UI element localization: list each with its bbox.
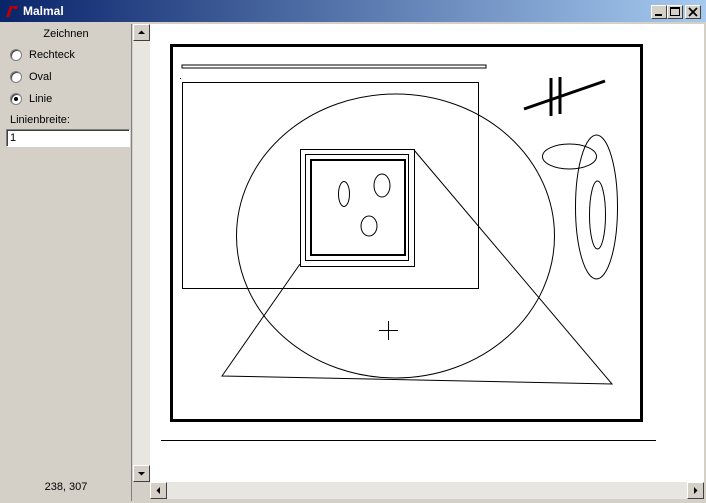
radio-rechteck[interactable]: Rechteck [10,47,75,63]
horizontal-scrollbar[interactable] [150,482,704,499]
linewidth-input[interactable] [6,129,130,147]
drawn-dot [180,78,181,79]
maximize-button[interactable] [667,5,683,19]
drawn-oval-tall-inner [589,180,606,250]
scroll-left-button[interactable] [150,482,167,499]
scroll-down-button[interactable] [133,465,150,482]
drawn-square-inner [310,159,406,256]
arrow-left-icon [156,487,160,494]
linewidth-label: Linienbreite: [10,114,70,126]
drawn-triangle-lines [221,149,614,385]
drawn-oval-small-2 [373,173,391,198]
drawn-oval-small-1 [338,181,350,207]
tool-panel: Zeichnen Rechteck Oval Linie Linienbreit… [2,24,132,501]
drawn-oval-horizontal [542,143,597,170]
drawn-square-outer [300,149,415,267]
radio-linie[interactable]: Linie [10,91,52,107]
radio-rechteck-indicator[interactable] [10,49,22,61]
vertical-scrollbar[interactable] [133,24,150,482]
drawn-line-diagonal [523,79,606,111]
radio-rechteck-label: Rechteck [29,49,75,61]
minimize-icon [655,14,662,16]
drawn-oval-large [236,93,555,379]
radio-linie-indicator[interactable] [10,93,22,105]
drawing-canvas[interactable] [150,24,704,482]
app-window: Malmal Zeichnen Rechteck Oval Linie Lini… [0,0,706,503]
arrow-right-icon [694,487,698,494]
drawn-rectangle-thick [170,44,643,422]
cursor-coordinates: 238, 307 [44,481,88,493]
close-icon [688,7,698,17]
close-button[interactable] [685,5,701,19]
title-bar[interactable]: Malmal [0,0,706,22]
radio-oval[interactable]: Oval [10,69,52,85]
radio-oval-indicator[interactable] [10,71,22,83]
window-title: Malmal [23,4,64,18]
drawn-oval-small-3 [360,215,378,237]
drawing-surface[interactable] [150,24,704,482]
scroll-up-button[interactable] [133,24,150,41]
arrow-up-icon [138,30,145,34]
arrow-down-icon [138,472,145,476]
drawn-square-middle [305,154,409,261]
draw-group-title: Zeichnen [43,28,89,40]
maximize-icon [670,7,680,16]
drawn-rectangle-thin [182,82,479,289]
radio-linie-label: Linie [29,93,53,105]
radio-oval-label: Oval [29,71,52,83]
tk-feather-icon [4,3,20,19]
drawn-rectangle-bar [181,64,487,69]
minimize-button[interactable] [651,5,667,19]
scroll-right-button[interactable] [687,482,704,499]
